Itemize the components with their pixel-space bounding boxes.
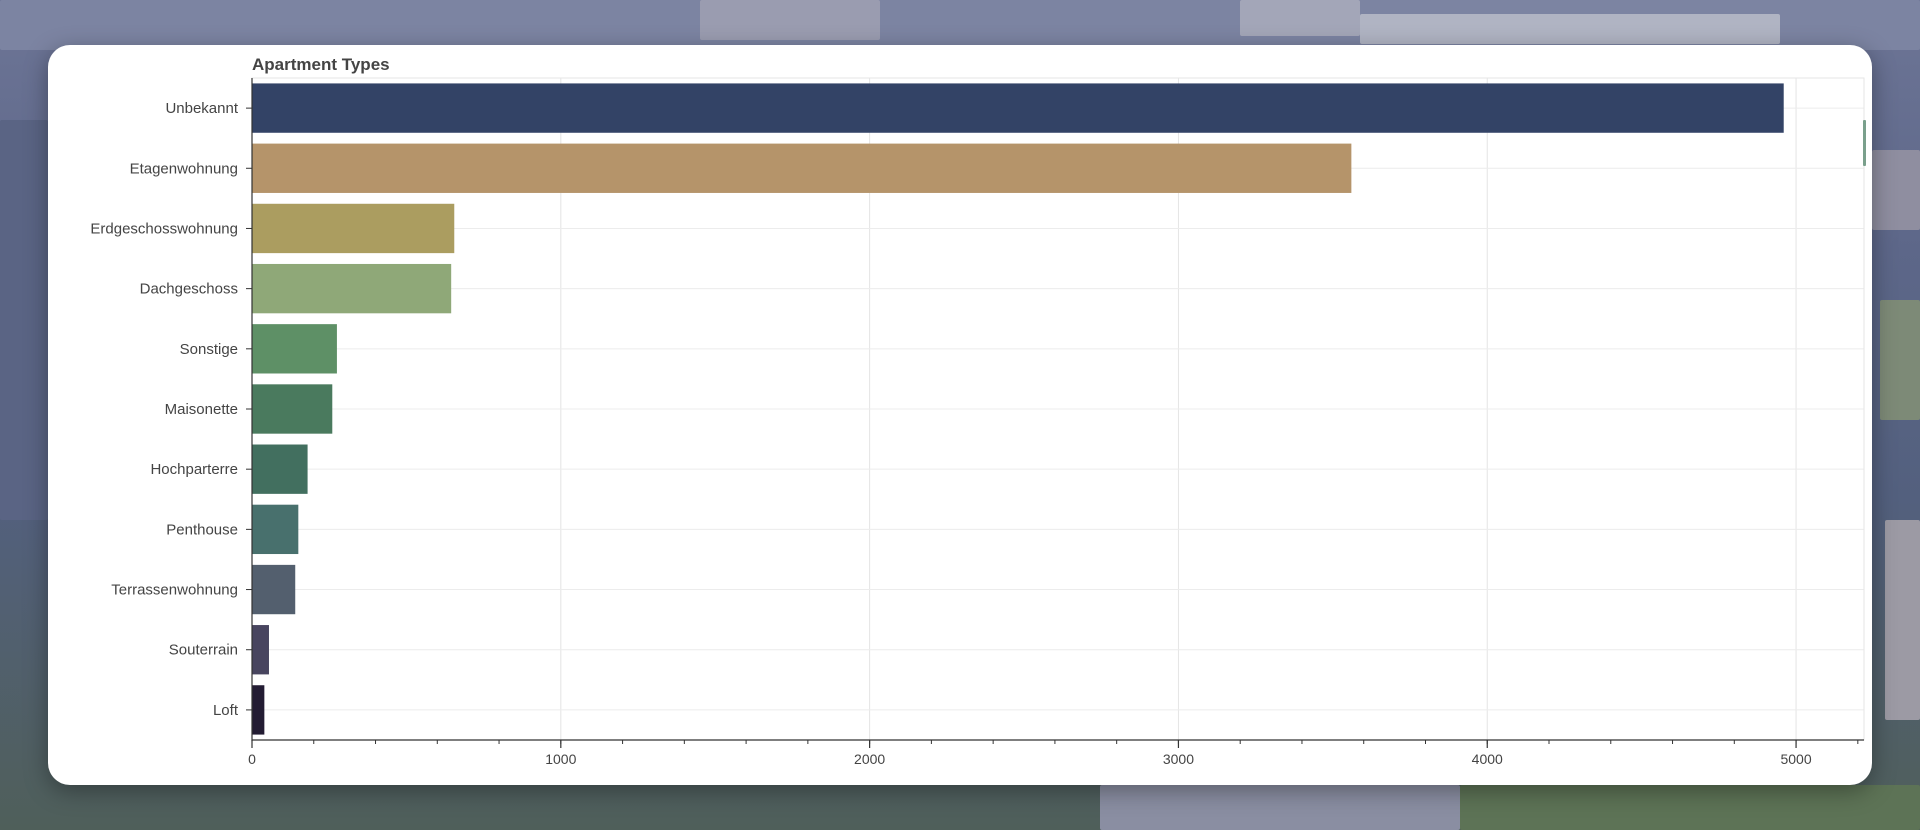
bar-chart: Apartment Types Unbekannt Etagenwohnung Er… (90, 55, 1866, 767)
chart-card: Apartment Types Unbekannt Etagenwohnung Er… (48, 45, 1872, 785)
bar-terrassenwohnung (252, 564, 296, 615)
chart-title: Apartment Types (252, 55, 390, 74)
bar-dachgeschoss (252, 263, 452, 314)
bar-hochparterre (252, 444, 308, 494)
x-tick-label: 5000 (1780, 751, 1811, 767)
x-tick-label: 1000 (545, 751, 576, 767)
bar-sonstige (252, 324, 337, 374)
bar-unbekannt (252, 83, 1784, 133)
x-tick-label: 4000 (1472, 751, 1503, 767)
x-tick-label: 2000 (854, 751, 885, 767)
y-tick-label: Etagenwohnung (130, 160, 238, 177)
y-tick-label: Unbekannt (165, 100, 238, 117)
y-tick-label: Hochparterre (150, 461, 238, 478)
bar-loft (252, 685, 265, 735)
y-tick-label: Terrassenwohnung (111, 582, 238, 599)
x-tick-label: 0 (248, 751, 256, 767)
y-tick-label: Sonstige (180, 341, 238, 358)
y-axis-labels: Unbekannt Etagenwohnung Erdgeschosswohnung… (90, 100, 238, 719)
y-tick-label: Maisonette (165, 401, 238, 418)
bar-erdgeschosswohnung (252, 203, 455, 254)
bar-etagenwohnung (252, 143, 1352, 193)
bar-souterrain (252, 625, 269, 675)
y-tick-label: Dachgeschoss (140, 281, 238, 298)
y-tick-label: Souterrain (169, 642, 238, 659)
y-tick-label: Loft (213, 702, 239, 719)
y-tick-label: Penthouse (166, 521, 238, 538)
x-tick-label: 3000 (1163, 751, 1194, 767)
y-tick-label: Erdgeschosswohnung (90, 220, 238, 237)
bar-maisonette (252, 384, 333, 434)
bar-penthouse (252, 504, 299, 555)
scroll-indicator[interactable] (1863, 120, 1866, 166)
x-axis-labels: 0 1000 2000 3000 4000 5000 (248, 751, 1812, 767)
